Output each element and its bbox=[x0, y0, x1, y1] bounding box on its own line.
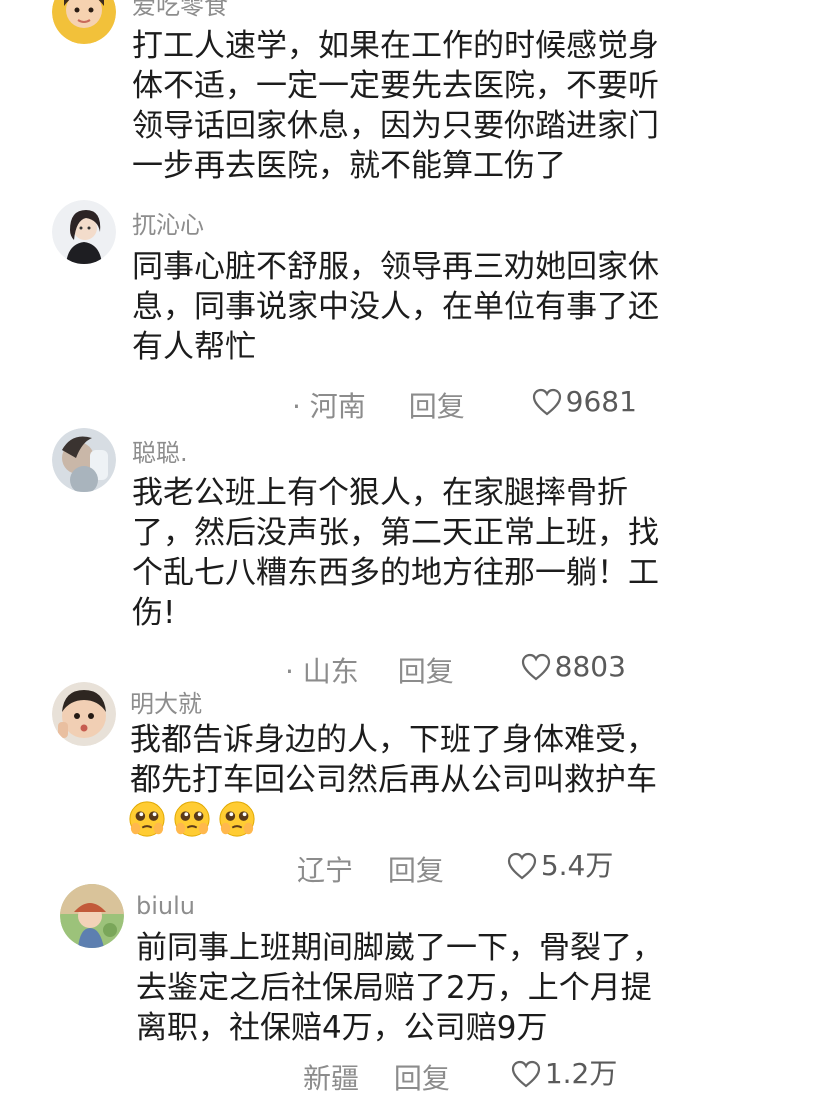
comment-meta: · 河南 回复 9681 bbox=[292, 384, 637, 423]
username[interactable]: 扤沁心 bbox=[132, 205, 204, 240]
comment-meta: 辽宁 回复 5.4万 bbox=[297, 848, 614, 887]
emoji-row bbox=[128, 800, 258, 842]
like-button[interactable]: 5.4万 bbox=[507, 848, 614, 884]
username[interactable]: 明大就 bbox=[130, 684, 202, 719]
username[interactable]: 爱吃零食 bbox=[132, 0, 228, 21]
like-count: 1.2万 bbox=[544, 1057, 618, 1090]
location-label: 新疆 bbox=[303, 1062, 360, 1095]
heart-icon bbox=[532, 388, 561, 416]
avatar[interactable] bbox=[52, 200, 116, 264]
like-count: 9681 bbox=[565, 385, 637, 418]
avatar[interactable] bbox=[52, 682, 116, 746]
comment-text: 同事心脏不舒服，领导再三劝她回家休 息，同事说家中没人，在单位有事了还 有人帮忙 bbox=[132, 249, 659, 365]
comment-text: 前同事上班期间脚崴了一下，骨裂了， 去鉴定之后社保局赔了2万，上个月提 离职，社… bbox=[136, 930, 663, 1046]
avatar[interactable] bbox=[52, 0, 116, 44]
username[interactable]: biulu bbox=[136, 892, 195, 920]
like-count: 5.4万 bbox=[540, 849, 614, 882]
comment-text: 我老公班上有个狠人，在家腿摔骨折 了，然后没声张，第二天正常上班，找 个乱七八糟… bbox=[132, 475, 659, 631]
pleading-face-icon bbox=[129, 801, 165, 837]
avatar[interactable] bbox=[52, 428, 116, 492]
location-label: · 河南 bbox=[292, 390, 366, 423]
like-button[interactable]: 9681 bbox=[532, 384, 637, 420]
reply-button[interactable]: 回复 bbox=[409, 389, 465, 425]
like-button[interactable]: 1.2万 bbox=[511, 1056, 618, 1092]
username[interactable]: 聪聪. bbox=[132, 433, 188, 468]
comment-text: 打工人速学，如果在工作的时候感觉身 体不适，一定一定要先去医院，不要听 领导话回… bbox=[132, 28, 659, 184]
comment-item: 扤沁心 同事心脏不舒服，领导再三劝她回家休 息，同事说家中没人，在单位有事了还 … bbox=[0, 195, 828, 425]
pleading-face-icon bbox=[174, 801, 210, 837]
comment-item: biulu 前同事上班期间脚崴了一下，骨裂了， 去鉴定之后社保局赔了2万，上个月… bbox=[0, 880, 828, 1095]
comment-item: 明大就 我都告诉身边的人，下班了身体难受， 都先打车回公司然后再从公司叫救护车 bbox=[0, 680, 828, 887]
comment-meta: 新疆 回复 1.2万 bbox=[303, 1056, 618, 1095]
heart-icon bbox=[507, 852, 536, 880]
comment-item: 聪聪. 我老公班上有个狠人，在家腿摔骨折 了，然后没声张，第二天正常上班，找 个… bbox=[0, 425, 828, 690]
comment-item: 爱吃零食 打工人速学，如果在工作的时候感觉身 体不适，一定一定要先去医院，不要听… bbox=[0, 0, 828, 190]
pleading-face-icon bbox=[219, 801, 255, 837]
reply-button[interactable]: 回复 bbox=[394, 1061, 450, 1097]
heart-icon bbox=[521, 653, 550, 681]
comment-text: 我都告诉身边的人，下班了身体难受， 都先打车回公司然后再从公司叫救护车 bbox=[130, 722, 657, 798]
avatar[interactable] bbox=[60, 884, 124, 948]
